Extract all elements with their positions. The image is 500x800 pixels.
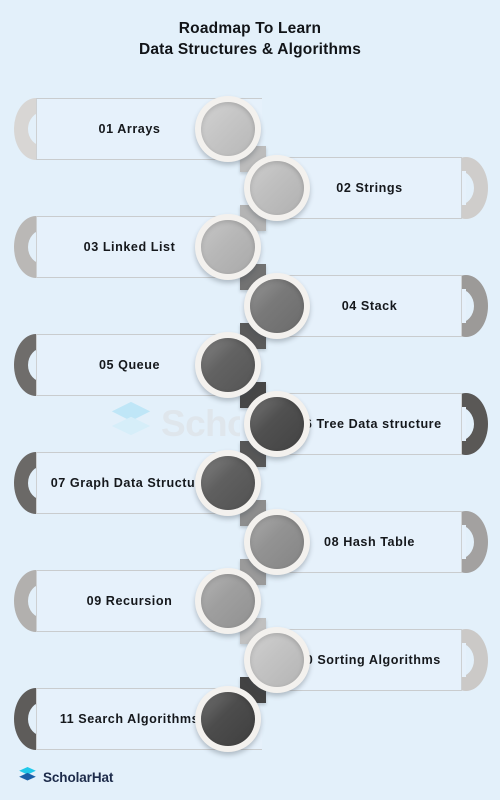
step-node-disc	[201, 692, 255, 746]
step-node[interactable]	[244, 627, 310, 693]
step-node-disc	[250, 279, 304, 333]
step-node[interactable]	[195, 96, 261, 162]
step-node-disc	[250, 397, 304, 451]
step-node[interactable]	[195, 450, 261, 516]
step-node[interactable]	[195, 686, 261, 752]
step-node-disc	[201, 338, 255, 392]
page-title: Roadmap To Learn Data Structures & Algor…	[0, 18, 500, 60]
title-line-1: Roadmap To Learn	[178, 20, 322, 37]
step-node[interactable]	[244, 273, 310, 339]
step-node[interactable]	[195, 214, 261, 280]
step-node-disc	[250, 633, 304, 687]
step-node-disc	[201, 102, 255, 156]
layers-icon	[18, 765, 37, 789]
footer-brand: ScholarHat	[18, 765, 113, 789]
step-node[interactable]	[195, 332, 261, 398]
step-node[interactable]	[244, 509, 310, 575]
step-node-disc	[201, 220, 255, 274]
step-node[interactable]	[244, 391, 310, 457]
title-line-2: Data Structures & Algorithms	[138, 41, 362, 58]
step-node[interactable]	[195, 568, 261, 634]
step-node[interactable]	[244, 155, 310, 221]
roadmap-list: 01 Arrays 02 Strings 03 Linked List 04 Stac…	[0, 0, 500, 760]
step-node-disc	[250, 161, 304, 215]
step-node-disc	[250, 515, 304, 569]
footer-brand-name: ScholarHat	[43, 769, 114, 785]
step-node-disc	[201, 574, 255, 628]
step-node-disc	[201, 456, 255, 510]
